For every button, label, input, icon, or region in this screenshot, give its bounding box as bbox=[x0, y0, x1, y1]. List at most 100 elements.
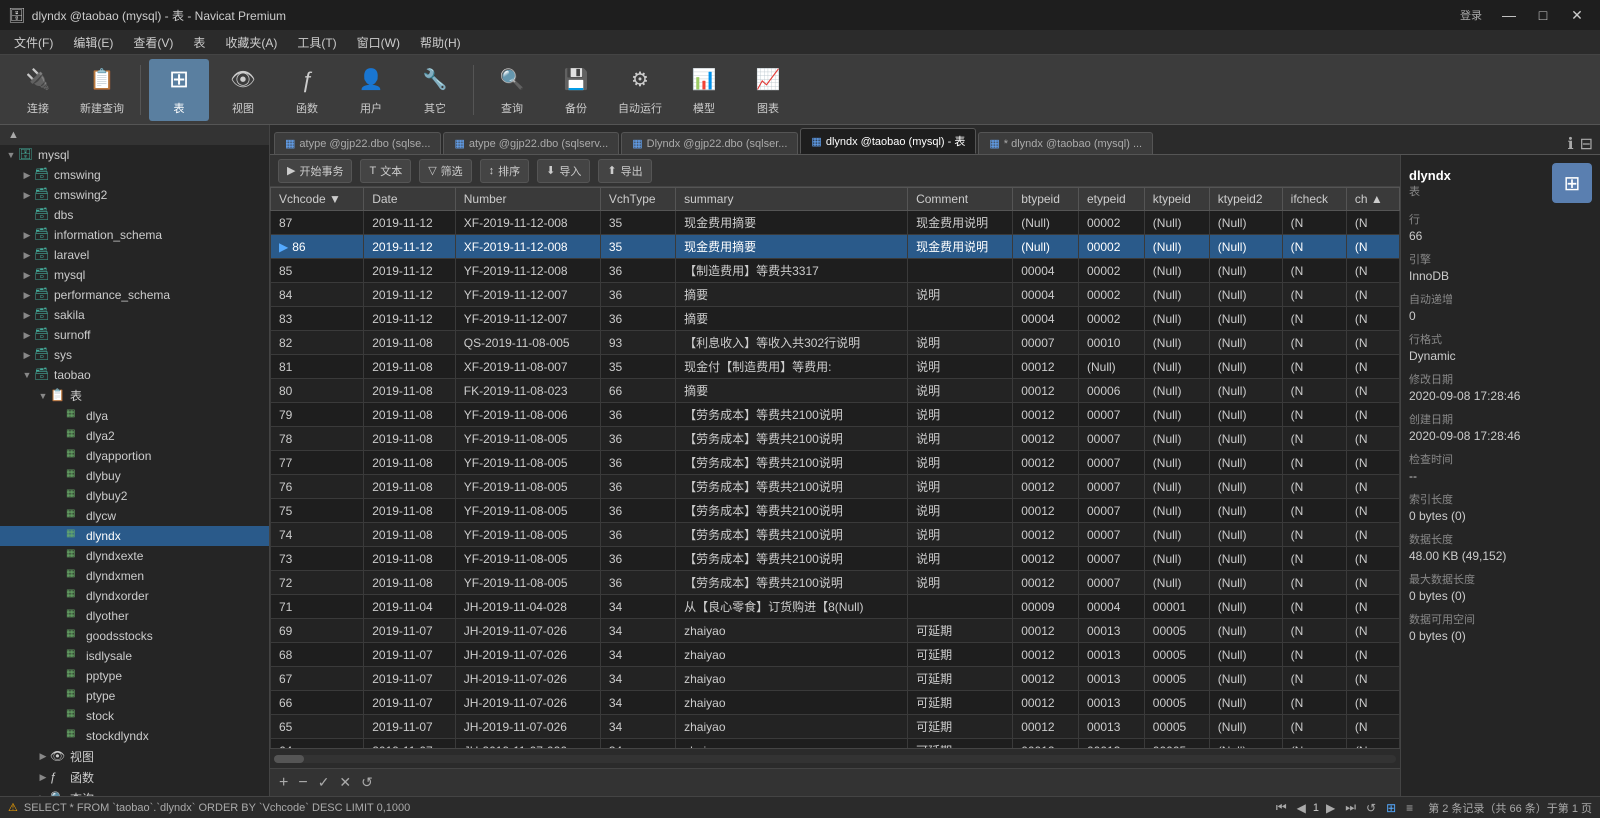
sidebar-group-function[interactable]: ▶ ƒ 函数 bbox=[0, 767, 269, 788]
sidebar-item-dlya2[interactable]: ▦ dlya2 bbox=[0, 426, 269, 446]
table-row[interactable]: 842019-11-12YF-2019-11-12-00736摘要说明00004… bbox=[271, 283, 1400, 307]
table-row[interactable]: 752019-11-08YF-2019-11-08-00536【劳务成本】等费共… bbox=[271, 499, 1400, 523]
sidebar-item-ptype[interactable]: ▦ ptype bbox=[0, 686, 269, 706]
first-page-button[interactable]: ⏮ bbox=[1273, 800, 1290, 815]
form-view-button[interactable]: ≡ bbox=[1403, 801, 1416, 815]
table-row[interactable]: ▶862019-11-12XF-2019-11-12-00835现金费用摘要现金… bbox=[271, 235, 1400, 259]
sidebar-item-performance-schema[interactable]: ▶ 🗃 performance_schema bbox=[0, 285, 269, 305]
col-ktypeid[interactable]: ktypeid bbox=[1144, 188, 1209, 211]
table-row[interactable]: 742019-11-08YF-2019-11-08-00536【劳务成本】等费共… bbox=[271, 523, 1400, 547]
sidebar-item-dlyndxexte[interactable]: ▦ dlyndxexte bbox=[0, 546, 269, 566]
sidebar-item-dlyndxorder[interactable]: ▦ dlyndxorder bbox=[0, 586, 269, 606]
tab-dlyndx-modified[interactable]: ▦ * dlyndx @taobao (mysql) ... bbox=[978, 132, 1153, 154]
table-row[interactable]: 652019-11-07JH-2019-11-07-02634zhaiyao可延… bbox=[271, 715, 1400, 739]
sidebar-item-dlyapportion[interactable]: ▦ dlyapportion bbox=[0, 446, 269, 466]
table-row[interactable]: 732019-11-08YF-2019-11-08-00536【劳务成本】等费共… bbox=[271, 547, 1400, 571]
prev-page-button[interactable]: ◀ bbox=[1294, 801, 1309, 815]
last-page-button[interactable]: ⏭ bbox=[1342, 800, 1359, 815]
tb-user[interactable]: 👤 用户 bbox=[341, 59, 401, 121]
start-transaction-button[interactable]: ▶ 开始事务 bbox=[278, 159, 352, 183]
export-button[interactable]: ⬆ 导出 bbox=[598, 159, 651, 183]
table-row[interactable]: 832019-11-12YF-2019-11-12-00736摘要0000400… bbox=[271, 307, 1400, 331]
sidebar-item-dlyother[interactable]: ▦ dlyother bbox=[0, 606, 269, 626]
sidebar-item-dbs[interactable]: 🗃 dbs bbox=[0, 205, 269, 225]
sidebar-group-view[interactable]: ▶ 👁 视图 bbox=[0, 746, 269, 767]
tab-dlyndx-main[interactable]: ▦ dlyndx @taobao (mysql) - 表 bbox=[800, 128, 976, 154]
tab-dlyndx1[interactable]: ▦ Dlyndx @gjp22.dbo (sqlser... bbox=[621, 132, 798, 154]
sidebar-item-taobao[interactable]: ▼ 🗃 taobao bbox=[0, 365, 269, 385]
sidebar-item-information-schema[interactable]: ▶ 🗃 information_schema bbox=[0, 225, 269, 245]
table-row[interactable]: 662019-11-07JH-2019-11-07-02634zhaiyao可延… bbox=[271, 691, 1400, 715]
sidebar-group-query[interactable]: ▶ 🔍 查询 bbox=[0, 788, 269, 796]
table-row[interactable]: 852019-11-12YF-2019-11-12-00836【制造费用】等费共… bbox=[271, 259, 1400, 283]
sidebar-item-dlya[interactable]: ▦ dlya bbox=[0, 406, 269, 426]
sidebar-item-sys[interactable]: ▶ 🗃 sys bbox=[0, 345, 269, 365]
tb-query[interactable]: 🔍 查询 bbox=[482, 59, 542, 121]
import-button[interactable]: ⬇ 导入 bbox=[537, 159, 590, 183]
table-row[interactable]: 812019-11-08XF-2019-11-08-00735现金付【制造费用】… bbox=[271, 355, 1400, 379]
col-comment[interactable]: Comment bbox=[908, 188, 1013, 211]
sidebar-item-mysql[interactable]: ▶ 🗃 mysql bbox=[0, 265, 269, 285]
maximize-button[interactable]: □ bbox=[1528, 0, 1558, 30]
tab-info-button[interactable]: ℹ bbox=[1565, 134, 1577, 154]
sidebar-item-dlycw[interactable]: ▦ dlycw bbox=[0, 506, 269, 526]
text-button[interactable]: T 文本 bbox=[360, 159, 411, 183]
menu-help[interactable]: 帮助(H) bbox=[410, 32, 471, 53]
table-row[interactable]: 772019-11-08YF-2019-11-08-00536【劳务成本】等费共… bbox=[271, 451, 1400, 475]
close-button[interactable]: ✕ bbox=[1562, 0, 1592, 30]
filter-button[interactable]: ▽ 筛选 bbox=[419, 159, 471, 183]
menu-file[interactable]: 文件(F) bbox=[4, 32, 63, 53]
tab-layout-button[interactable]: ⊟ bbox=[1577, 134, 1596, 154]
sidebar-item-sakila[interactable]: ▶ 🗃 sakila bbox=[0, 305, 269, 325]
sidebar-item-mysql-root[interactable]: ▼ 🗄 mysql bbox=[0, 145, 269, 165]
tab-atype2[interactable]: ▦ atype @gjp22.dbo (sqlserv... bbox=[443, 132, 619, 154]
sidebar-item-cmswing[interactable]: ▶ 🗃 cmswing bbox=[0, 165, 269, 185]
tb-view[interactable]: 👁 视图 bbox=[213, 59, 273, 121]
table-row[interactable]: 872019-11-12XF-2019-11-12-00835现金费用摘要现金费… bbox=[271, 211, 1400, 235]
sidebar-group-table[interactable]: ▼ 📋 表 bbox=[0, 385, 269, 406]
col-date[interactable]: Date bbox=[364, 188, 456, 211]
table-row[interactable]: 782019-11-08YF-2019-11-08-00536【劳务成本】等费共… bbox=[271, 427, 1400, 451]
tb-backup[interactable]: 💾 备份 bbox=[546, 59, 606, 121]
sidebar-item-dlybuy2[interactable]: ▦ dlybuy2 bbox=[0, 486, 269, 506]
col-ch[interactable]: ch ▲ bbox=[1346, 188, 1399, 211]
next-page-button[interactable]: ▶ bbox=[1323, 801, 1338, 815]
tb-connect[interactable]: 🔌 连接 bbox=[8, 59, 68, 121]
sidebar-item-dlybuy[interactable]: ▦ dlybuy bbox=[0, 466, 269, 486]
cancel-button[interactable]: ✕ bbox=[336, 774, 354, 791]
sidebar-item-dlyndxmen[interactable]: ▦ dlyndxmen bbox=[0, 566, 269, 586]
table-row[interactable]: 762019-11-08YF-2019-11-08-00536【劳务成本】等费共… bbox=[271, 475, 1400, 499]
grid-view-button[interactable]: ⊞ bbox=[1383, 801, 1399, 815]
sidebar-item-cmswing2[interactable]: ▶ 🗃 cmswing2 bbox=[0, 185, 269, 205]
tb-table[interactable]: ⊞ 表 bbox=[149, 59, 209, 121]
table-row[interactable]: 642019-11-07JH-2019-11-07-02634zhaiyao可延… bbox=[271, 739, 1400, 749]
table-row[interactable]: 822019-11-08QS-2019-11-08-00593【利息收入】等收入… bbox=[271, 331, 1400, 355]
sort-button[interactable]: ↕ 排序 bbox=[480, 159, 530, 183]
sidebar-item-surnoff[interactable]: ▶ 🗃 surnoff bbox=[0, 325, 269, 345]
refresh-button[interactable]: ↺ bbox=[358, 774, 376, 791]
tb-chart[interactable]: 📈 图表 bbox=[738, 59, 798, 121]
tb-model[interactable]: 📊 模型 bbox=[674, 59, 734, 121]
table-row[interactable]: 792019-11-08YF-2019-11-08-00636【劳务成本】等费共… bbox=[271, 403, 1400, 427]
sidebar-item-isdlysale[interactable]: ▦ isdlysale bbox=[0, 646, 269, 666]
tick-button[interactable]: ✓ bbox=[315, 774, 333, 791]
menu-view[interactable]: 查看(V) bbox=[123, 32, 183, 53]
menu-favorites[interactable]: 收藏夹(A) bbox=[215, 32, 287, 53]
delete-row-button[interactable]: − bbox=[295, 774, 310, 792]
minimize-button[interactable]: — bbox=[1494, 0, 1524, 30]
tab-atype1[interactable]: ▦ atype @gjp22.dbo (sqlse... bbox=[274, 132, 441, 154]
table-row[interactable]: 672019-11-07JH-2019-11-07-02634zhaiyao可延… bbox=[271, 667, 1400, 691]
table-row[interactable]: 692019-11-07JH-2019-11-07-02634zhaiyao可延… bbox=[271, 619, 1400, 643]
col-ifcheck[interactable]: ifcheck bbox=[1282, 188, 1346, 211]
menu-tools[interactable]: 工具(T) bbox=[287, 32, 346, 53]
user-login[interactable]: 登录 bbox=[1460, 7, 1482, 23]
tb-auto-run[interactable]: ⚙ 自动运行 bbox=[610, 59, 670, 121]
sidebar-item-dlyndx[interactable]: ▦ dlyndx bbox=[0, 526, 269, 546]
sidebar-scroll-up[interactable]: ▲ bbox=[8, 129, 19, 141]
menu-edit[interactable]: 编辑(E) bbox=[63, 32, 123, 53]
data-table-wrapper[interactable]: Vchcode ▼ Date Number VchType summary Co… bbox=[270, 187, 1400, 748]
menu-window[interactable]: 窗口(W) bbox=[347, 32, 410, 53]
table-row[interactable]: 802019-11-08FK-2019-11-08-02366摘要说明00012… bbox=[271, 379, 1400, 403]
sidebar-item-stock[interactable]: ▦ stock bbox=[0, 706, 269, 726]
table-row[interactable]: 682019-11-07JH-2019-11-07-02634zhaiyao可延… bbox=[271, 643, 1400, 667]
